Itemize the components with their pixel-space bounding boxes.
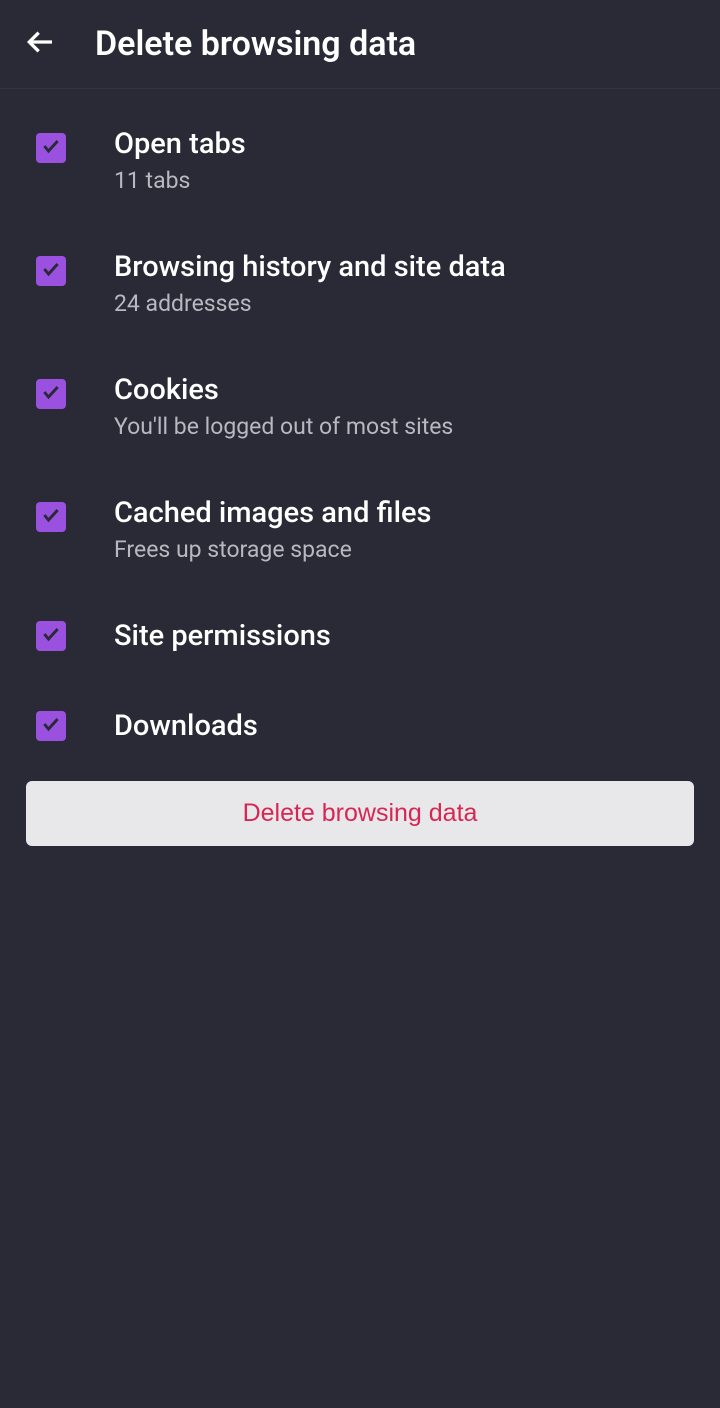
option-subtitle: 11 tabs bbox=[114, 167, 246, 194]
option-subtitle: 24 addresses bbox=[114, 290, 506, 317]
option-text: Cached images and files Frees up storage… bbox=[114, 496, 431, 563]
option-text: Downloads bbox=[114, 709, 258, 743]
option-browsing-history[interactable]: Browsing history and site data 24 addres… bbox=[0, 222, 720, 345]
back-button[interactable] bbox=[20, 24, 60, 64]
option-text: Cookies You'll be logged out of most sit… bbox=[114, 373, 453, 440]
check-icon bbox=[41, 259, 61, 283]
check-icon bbox=[41, 624, 61, 648]
check-icon bbox=[41, 136, 61, 160]
checkbox-cookies[interactable] bbox=[36, 379, 66, 409]
option-title: Site permissions bbox=[114, 619, 331, 653]
option-text: Open tabs 11 tabs bbox=[114, 127, 246, 194]
option-cached[interactable]: Cached images and files Frees up storage… bbox=[0, 468, 720, 591]
option-subtitle: You'll be logged out of most sites bbox=[114, 413, 453, 440]
check-icon bbox=[41, 505, 61, 529]
option-title: Cookies bbox=[114, 373, 453, 407]
option-title: Downloads bbox=[114, 709, 258, 743]
option-title: Cached images and files bbox=[114, 496, 431, 530]
option-text: Site permissions bbox=[114, 619, 331, 653]
check-icon bbox=[41, 382, 61, 406]
options-list: Open tabs 11 tabs Browsing history and s… bbox=[0, 89, 720, 866]
checkbox-cached[interactable] bbox=[36, 502, 66, 532]
option-title: Open tabs bbox=[114, 127, 246, 161]
option-site-permissions[interactable]: Site permissions bbox=[0, 591, 720, 681]
checkbox-site-permissions[interactable] bbox=[36, 621, 66, 651]
header: Delete browsing data bbox=[0, 0, 720, 89]
option-cookies[interactable]: Cookies You'll be logged out of most sit… bbox=[0, 345, 720, 468]
checkbox-downloads[interactable] bbox=[36, 711, 66, 741]
option-open-tabs[interactable]: Open tabs 11 tabs bbox=[0, 99, 720, 222]
page-title: Delete browsing data bbox=[95, 24, 416, 64]
arrow-left-icon bbox=[24, 26, 56, 62]
option-downloads[interactable]: Downloads bbox=[0, 681, 720, 771]
checkbox-browsing-history[interactable] bbox=[36, 256, 66, 286]
checkbox-open-tabs[interactable] bbox=[36, 133, 66, 163]
check-icon bbox=[41, 714, 61, 738]
option-subtitle: Frees up storage space bbox=[114, 536, 431, 563]
option-title: Browsing history and site data bbox=[114, 250, 506, 284]
delete-browsing-data-button[interactable]: Delete browsing data bbox=[26, 781, 694, 846]
option-text: Browsing history and site data 24 addres… bbox=[114, 250, 506, 317]
